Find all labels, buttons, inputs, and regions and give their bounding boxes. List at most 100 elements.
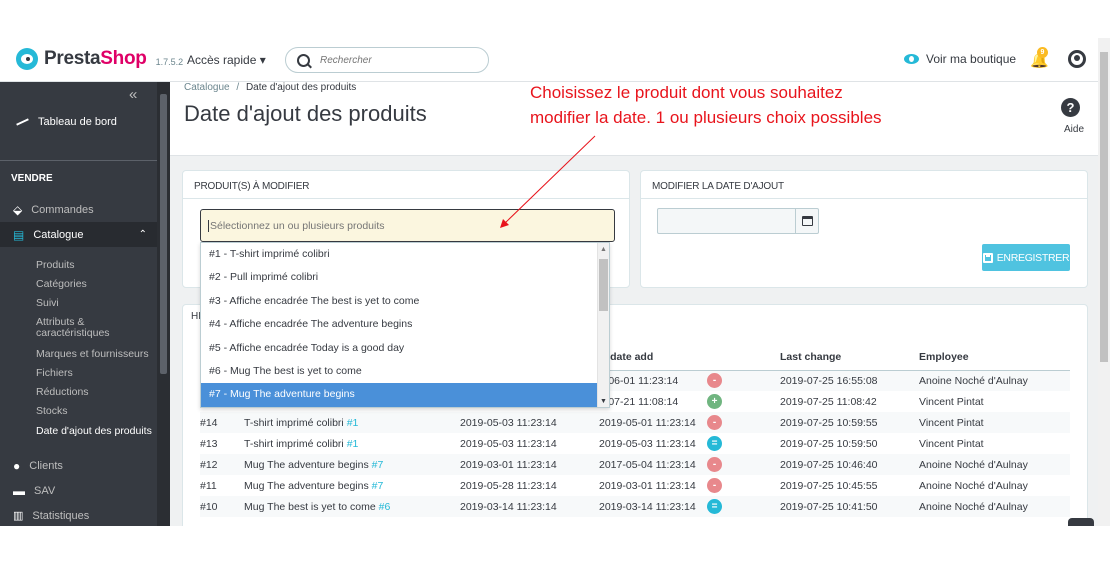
dropdown-option[interactable]: #4 - Affiche encadrée The adventure begi… — [201, 313, 609, 336]
sidebar-section-title: VENDRE — [11, 173, 53, 184]
breadcrumb-parent[interactable]: Catalogue — [184, 82, 230, 93]
logo-text: PrestaShop — [44, 48, 147, 69]
product-ref-link[interactable]: #7 — [372, 459, 384, 471]
sidebar-item-customers[interactable]: ● Clients — [0, 453, 157, 478]
help-label[interactable]: Aide — [1064, 124, 1084, 135]
view-shop-link[interactable]: Voir ma boutique — [904, 52, 1016, 66]
cell-status: = — [707, 496, 780, 517]
quick-access-menu[interactable]: Accès rapide ▾ — [187, 53, 266, 67]
dropdown-option[interactable]: #7 - Mug The adventure begins — [201, 383, 609, 407]
product-ref-link[interactable]: #7 — [372, 480, 384, 492]
save-button-label: ENREGISTRER — [996, 251, 1070, 264]
product-name: T-shirt imprimé colibri — [244, 437, 347, 450]
cart-icon: ⬙ — [13, 202, 23, 217]
cell-status: - — [707, 370, 780, 391]
scroll-down-arrow-icon[interactable]: ▼ — [600, 398, 607, 405]
store-icon: ▤ — [13, 227, 25, 242]
product-ref-link[interactable]: #1 — [347, 417, 359, 429]
dropdown-option[interactable]: #2 - Pull imprimé colibri — [201, 266, 609, 289]
cell-old-date: 2019-05-03 11:23:14 — [460, 437, 557, 450]
cell-product: Mug The best is yet to come #6 — [244, 496, 460, 517]
cell-id: #14 — [200, 412, 244, 433]
sidebar-item-label: Tableau de bord — [38, 116, 117, 128]
minus-status-icon: - — [707, 457, 722, 472]
app-window: PrestaShop 1.7.5.2 Accès rapide ▾ Voir m… — [0, 38, 1110, 526]
cell-employee: Vincent Pintat — [919, 437, 984, 450]
cell-old-date: 2019-03-01 11:23:14 — [460, 454, 599, 475]
dropdown-option[interactable]: #5 - Affiche encadrée Today is a good da… — [201, 337, 609, 360]
cell-id: #10 — [200, 496, 244, 517]
dropdown-option[interactable]: #1 - T-shirt imprimé colibri — [201, 243, 609, 266]
scroll-up-arrow-icon[interactable]: ▲ — [600, 246, 607, 253]
logo[interactable]: PrestaShop 1.7.5.2 — [16, 48, 183, 70]
product-name: Mug The adventure begins — [244, 458, 372, 471]
dropdown-scroll-thumb[interactable] — [599, 259, 608, 311]
sidebar-sub-discounts[interactable]: Réductions — [36, 387, 89, 398]
sidebar-sub-date-added[interactable]: Date d'ajout des produits — [36, 426, 152, 437]
sidebar-sub-attributes-line2[interactable]: caractéristiques — [36, 328, 110, 339]
cell-status: + — [707, 391, 780, 412]
help-icon[interactable]: ? — [1061, 98, 1080, 117]
sidebar-item-orders[interactable]: ⬙ Commandes — [0, 197, 157, 222]
sidebar-item-catalog[interactable]: ▤ Catalogue ⌃ — [0, 222, 157, 247]
products-card-header: PRODUIT(S) À MODIFIER — [183, 171, 629, 199]
minus-status-icon: - — [707, 373, 722, 389]
equal-status-icon: = — [707, 436, 722, 451]
minus-status-icon: - — [707, 415, 722, 430]
sidebar: « Tableau de bord VENDRE ⬙ Commandes ▤ C… — [0, 82, 170, 526]
cell-new-date: 2019-05-01 11:23:14 — [599, 412, 707, 433]
product-search-input[interactable] — [210, 219, 607, 232]
cell-last-change: 2019-07-25 10:45:55 — [780, 479, 878, 492]
search-icon[interactable] — [297, 53, 310, 67]
cell-id: #11 — [200, 479, 217, 492]
sidebar-sub-categories[interactable]: Catégories — [36, 279, 87, 290]
product-ref-link[interactable]: #6 — [379, 501, 391, 513]
page-title: Date d'ajout des produits — [184, 101, 427, 126]
sidebar-sub-stocks[interactable]: Stocks — [36, 406, 68, 417]
minus-status-icon: - — [707, 478, 722, 493]
header-employee[interactable]: Employee — [919, 344, 1070, 371]
calendar-button[interactable] — [795, 208, 819, 234]
chevron-up-icon: ⌃ — [138, 229, 147, 240]
sidebar-sub-brands[interactable]: Marques et fournisseurs — [36, 349, 149, 360]
cell-id: #12 — [200, 454, 244, 475]
cell-employee: Anoine Noché d'Aulnay — [919, 370, 1070, 391]
search-box[interactable] — [285, 47, 489, 73]
cell-old-date: 2019-05-28 11:23:14 — [460, 479, 557, 492]
search-input[interactable] — [320, 54, 470, 66]
sidebar-sub-tracking[interactable]: Suivi — [36, 298, 59, 309]
header-status — [707, 344, 780, 371]
header-new-date[interactable]: w date add — [599, 344, 707, 371]
sidebar-sub-products[interactable]: Produits — [36, 260, 75, 271]
product-name: Mug The best is yet to come — [244, 500, 379, 513]
sidebar-item-stats[interactable]: ▥ Statistiques — [0, 503, 157, 526]
cell-last-change: 2019-07-25 11:08:42 — [780, 395, 877, 408]
cell-status: - — [707, 475, 780, 496]
page-scroll-thumb[interactable] — [1100, 52, 1108, 362]
header-last-change[interactable]: Last change — [780, 344, 919, 371]
dropdown-option[interactable]: #3 - Affiche encadrée The best is yet to… — [201, 290, 609, 313]
notification-badge: 9 — [1037, 47, 1048, 58]
sidebar-sub-files[interactable]: Fichiers — [36, 368, 73, 379]
sidebar-item-dashboard[interactable]: Tableau de bord — [16, 116, 117, 128]
save-button[interactable]: ENREGISTRER — [982, 244, 1070, 271]
version-label: 1.7.5.2 — [155, 57, 184, 67]
table-row: #11 Mug The adventure begins #7 2019-05-28… — [200, 475, 1070, 496]
trend-icon — [16, 117, 30, 127]
cell-status: - — [707, 454, 780, 475]
user-icon[interactable] — [1068, 50, 1086, 68]
sidebar-item-label: Clients — [29, 459, 63, 472]
chat-widget-button[interactable] — [1068, 518, 1094, 526]
sidebar-scroll-thumb[interactable] — [160, 94, 167, 374]
cell-product: T-shirt imprimé colibri #1 — [244, 433, 460, 454]
product-ref-link[interactable]: #1 — [347, 438, 359, 450]
dropdown-option[interactable]: #6 - Mug The best is yet to come — [201, 360, 609, 383]
chat-icon: ▬ — [13, 483, 25, 498]
table-row: #12 Mug The adventure begins #7 2019-03-01… — [200, 454, 1070, 475]
sidebar-item-sav[interactable]: ▬ SAV — [0, 478, 157, 503]
cell-employee: Anoine Noché d'Aulnay — [919, 454, 1070, 475]
floppy-icon — [982, 252, 993, 263]
product-multiselect[interactable] — [200, 209, 615, 242]
plus-status-icon: + — [707, 394, 722, 409]
collapse-sidebar-button[interactable]: « — [129, 86, 137, 103]
